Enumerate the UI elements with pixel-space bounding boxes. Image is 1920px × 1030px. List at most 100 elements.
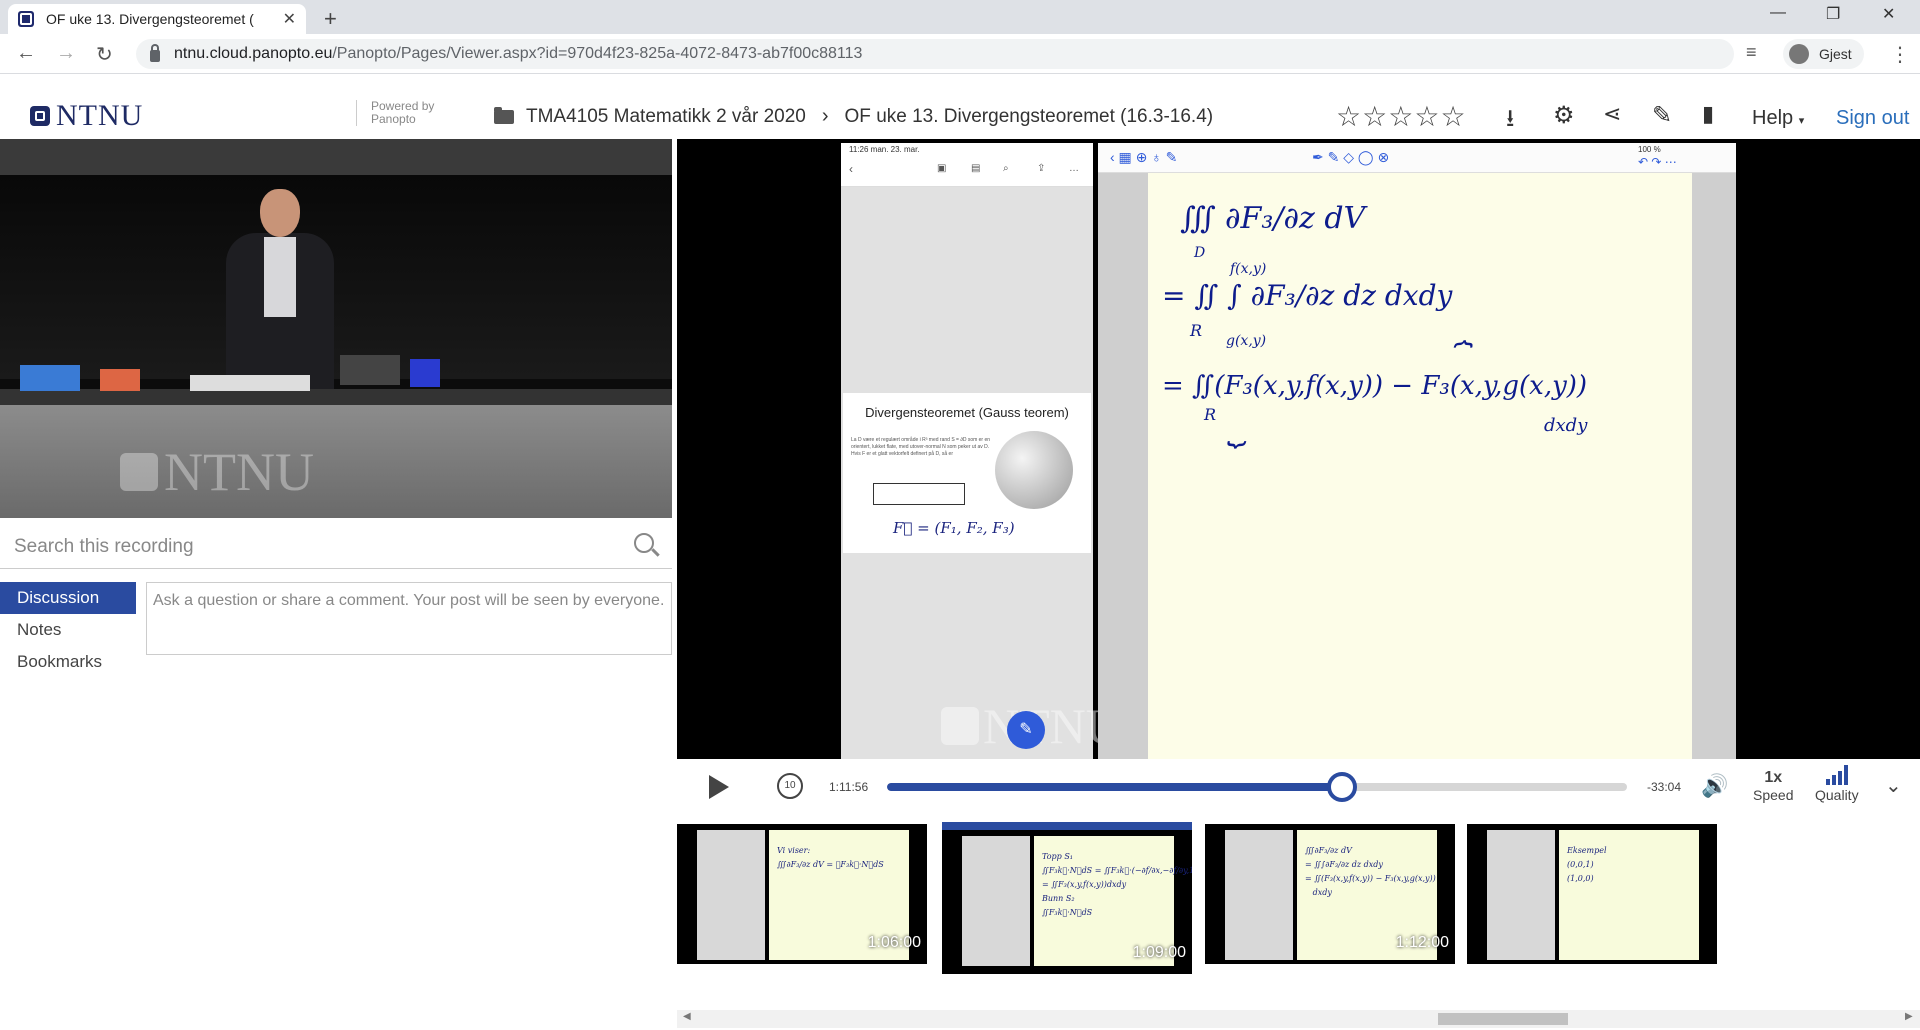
reload-icon[interactable]: ↻ (96, 42, 113, 67)
quality-label: Quality (1815, 787, 1859, 803)
media-queue-icon[interactable]: ≡ (1746, 42, 1757, 63)
thumbnail-item[interactable]: Vi viser: ∭∂F₃/∂z dV = ∯F₃k⃗·N⃗dS 1:06:00 (677, 824, 927, 964)
share-icon[interactable]: ⋖ (1603, 101, 1621, 127)
ipad-slide-toolbar: ‹ ▣ ▤ ⌕ ⇪ … (841, 159, 1093, 187)
panopto-header: NTNU Powered by Panopto TMA4105 Matemati… (0, 75, 1920, 139)
tab-discussion[interactable]: Discussion (0, 582, 136, 614)
scroll-right-icon[interactable]: ▶ (1905, 1011, 1913, 1022)
note-line-2-bottom: g(x,y) (1226, 333, 1267, 349)
download-icon[interactable]: ⭳ (1506, 101, 1514, 142)
thumbnail-item[interactable]: Eksempel (0,0,1) (1,0,0) (1467, 824, 1717, 964)
star-icon[interactable]: ☆ (1414, 101, 1440, 132)
window-close-icon[interactable]: ✕ (1882, 4, 1895, 24)
edit-pencil-icon[interactable]: ✎ (1652, 101, 1672, 130)
main-presentation-video[interactable]: 11:26 man. 23. mar. ‹ ▣ ▤ ⌕ ⇪ … Divergen… (677, 139, 1920, 759)
browser-tabbar: OF uke 13. Divergengsteoremet ( ✕ + — ❐ … (0, 0, 1920, 34)
ipad-doc-icon: ▤ (971, 163, 981, 174)
tab-title: OF uke 13. Divergengsteoremet ( (46, 11, 254, 27)
note-line-3-sub: R (1204, 405, 1217, 424)
settings-gear-icon[interactable]: ⚙ (1553, 101, 1575, 130)
new-tab-icon[interactable]: + (324, 6, 337, 32)
camera-board (0, 139, 672, 175)
notes-tools-icon: ✒ ✎ ◇ ◯ ⊗ (1312, 149, 1390, 165)
handwritten-notes: ∭ ∂F₃/∂z dV D f(x,y) = ∬ ∫ ∂F₃/∂z dz dxd… (1148, 173, 1692, 759)
browser-tab[interactable]: OF uke 13. Divergengsteoremet ( ✕ (8, 4, 306, 34)
thumbnail-slide-panel (1225, 830, 1293, 960)
scrollbar-thumb[interactable] (1438, 1013, 1568, 1025)
note-line-3: = ∬(F₃(x,y,f(x,y)) − F₃(x,y,g(x,y)) (1162, 371, 1588, 401)
search-icon[interactable] (634, 533, 654, 553)
chevron-right-icon: › (821, 105, 829, 127)
note-line-1-sub: D (1194, 245, 1206, 261)
tab-close-icon[interactable]: ✕ (283, 9, 296, 29)
notes-battery: 100 % (1638, 145, 1661, 154)
pen-icon: ✎ (1007, 711, 1045, 749)
tab-bookmarks[interactable]: Bookmarks (0, 646, 136, 678)
breadcrumb-folder-link[interactable]: TMA4105 Matematikk 2 vår 2020 (526, 106, 806, 128)
powered-by-panopto[interactable]: Powered by Panopto (356, 100, 434, 126)
thumbnail-scribble: Eksempel (0,0,1) (1,0,0) (1567, 846, 1607, 883)
thumbnail-item[interactable]: ∭∂F₃/∂z dV = ∬∫∂F₃/∂z dz dxdy = ∬(F₃(x,y… (1205, 824, 1455, 964)
speed-button[interactable]: 1x Speed (1753, 769, 1793, 803)
search-placeholder: Search this recording (14, 536, 194, 557)
star-icon[interactable]: ☆ (1388, 101, 1414, 132)
secondary-camera-video[interactable]: NTNU (0, 139, 672, 518)
notes-undo-icon: ↶ ↷ ⋯ (1638, 155, 1677, 169)
star-icon[interactable]: ☆ (1362, 101, 1388, 132)
ipad-camera-icon: ▣ (937, 163, 947, 174)
ipad-back-icon: ‹ (849, 162, 853, 176)
rating-stars[interactable]: ☆☆☆☆☆ (1336, 100, 1467, 133)
thumbnail-slide-panel (697, 830, 765, 960)
current-time: 1:11:56 (829, 780, 869, 794)
stats-chart-icon[interactable]: ▮ (1702, 101, 1714, 127)
profile-label: Gjest (1819, 46, 1852, 62)
profile-button[interactable]: Gjest (1783, 39, 1864, 69)
note-line-1: ∭ ∂F₃/∂z dV (1180, 201, 1366, 236)
thumbnail-scrollbar[interactable]: ◀ ▶ (677, 1010, 1920, 1028)
notes-back-icon: ‹ ▦ ⊕ ♁ ✎ (1110, 149, 1178, 165)
seek-handle[interactable] (1327, 772, 1358, 802)
camera-desk-items (20, 355, 440, 395)
thumbnail-timestamp: 1:12:00 (1395, 934, 1449, 951)
quality-button[interactable]: Quality (1815, 765, 1859, 803)
note-line-2-top: f(x,y) (1230, 261, 1267, 277)
search-recording-input[interactable]: Search this recording (0, 525, 672, 569)
url-path: /Panopto/Pages/Viewer.aspx?id=970d4f23-8… (332, 45, 863, 62)
ipad-notes-panel: ‹ ▦ ⊕ ♁ ✎ ✒ ✎ ◇ ◯ ⊗ 100 % ↶ ↷ ⋯ ∭ ∂F₃/∂z… (1098, 143, 1736, 759)
tab-notes[interactable]: Notes (0, 614, 136, 646)
ntnu-logo[interactable]: NTNU (30, 99, 143, 133)
minimize-icon[interactable]: — (1770, 4, 1786, 22)
caret-down-icon: ▾ (1798, 115, 1805, 127)
sign-out-link[interactable]: Sign out (1836, 107, 1909, 130)
thumbnail-item[interactable]: Topp S₁ ∬F₃k⃗·N⃗dS = ∬F₃k⃗·(−∂f/∂x,−∂f/∂… (942, 822, 1192, 974)
url-host: ntnu.cloud.panopto.eu (174, 45, 333, 62)
forward-arrow-icon[interactable]: → (56, 42, 76, 65)
maximize-icon[interactable]: ❐ (1826, 4, 1840, 24)
brace-bottom-icon: ⏟ (1228, 409, 1248, 447)
volume-icon[interactable]: 🔊 (1701, 773, 1728, 799)
ipad-search-icon: ⌕ (1003, 163, 1009, 174)
discussion-comment-field[interactable]: Ask a question or share a comment. Your … (146, 582, 672, 655)
rewind-10-icon[interactable]: 10 (777, 773, 803, 799)
browser-menu-icon[interactable]: ⋮ (1890, 42, 1910, 67)
play-icon[interactable] (709, 775, 729, 799)
scroll-left-icon[interactable]: ◀ (683, 1011, 691, 1022)
star-icon[interactable]: ☆ (1440, 101, 1466, 132)
star-icon[interactable]: ☆ (1336, 101, 1362, 132)
address-bar: ← → ↻ ntnu.cloud.panopto.eu/Panopto/Page… (0, 34, 1920, 74)
thumbnail-scribble: Topp S₁ ∬F₃k⃗·N⃗dS = ∬F₃k⃗·(−∂f/∂x,−∂f/∂… (1042, 852, 1192, 917)
lock-icon[interactable] (150, 44, 160, 62)
notes-toolbar: ‹ ▦ ⊕ ♁ ✎ ✒ ✎ ◇ ◯ ⊗ 100 % ↶ ↷ ⋯ (1098, 143, 1736, 173)
url-field[interactable]: ntnu.cloud.panopto.eu/Panopto/Pages/View… (136, 39, 1734, 69)
speed-value: 1x (1764, 769, 1783, 786)
logo-text: NTNU (56, 99, 144, 132)
seek-bar[interactable] (887, 783, 1627, 791)
help-menu[interactable]: Help ▾ (1752, 107, 1804, 130)
chevron-down-icon[interactable]: ⌄ (1885, 773, 1902, 798)
slide-handwriting: F⃗ = (F₁, F₂, F₃) (893, 519, 1015, 537)
quality-bars-icon (1815, 765, 1859, 785)
note-line-2-sub: R (1190, 321, 1203, 340)
back-arrow-icon[interactable]: ← (16, 42, 36, 65)
seek-bar-progress (887, 783, 1343, 791)
camera-watermark-text: NTNU (164, 442, 314, 502)
